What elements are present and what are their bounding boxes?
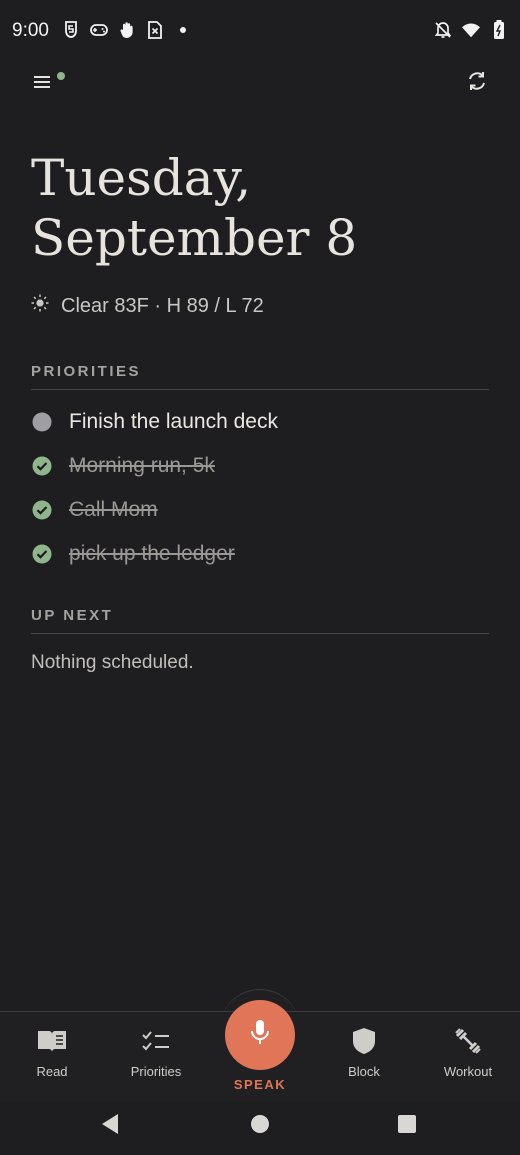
unchecked-circle-icon[interactable] — [31, 412, 52, 433]
status-bar: 9:00 — [0, 0, 520, 62]
priority-list: Finish the launch deck Morning run, 5k C… — [31, 400, 491, 576]
microphone-icon — [248, 1019, 272, 1052]
up-next-section-label: UP NEXT — [31, 607, 114, 624]
shield-s-icon — [62, 20, 80, 40]
weather-text: Clear 83F · H 89 / L 72 — [61, 294, 264, 317]
nav-label-block: Block — [348, 1064, 380, 1079]
hand-icon — [118, 20, 136, 40]
priority-label: Morning run, 5k — [69, 454, 215, 477]
priorities-divider — [31, 389, 489, 390]
priority-item[interactable]: Finish the launch deck — [31, 400, 491, 444]
nav-label-read: Read — [36, 1064, 68, 1079]
nav-label-priorities: Priorities — [130, 1064, 182, 1079]
recents-icon — [397, 1114, 417, 1139]
priority-label: Finish the launch deck — [69, 410, 278, 433]
date-heading: Tuesday, September 8 — [31, 148, 491, 268]
check-circle-icon[interactable] — [31, 456, 52, 477]
up-next-empty-state: Nothing scheduled. — [31, 652, 194, 673]
recents-button[interactable] — [393, 1112, 421, 1140]
menu-indicator-dot — [57, 72, 65, 80]
weather-summary: Clear 83F · H 89 / L 72 — [31, 294, 264, 318]
sim-x-icon — [146, 20, 164, 40]
nav-item-priorities[interactable]: Priorities — [116, 1026, 196, 1079]
priority-item[interactable]: Morning run, 5k — [31, 444, 491, 488]
menu-button[interactable] — [26, 68, 58, 100]
speak-button[interactable] — [225, 1000, 295, 1070]
status-icons-left — [62, 20, 192, 40]
up-next-divider — [31, 633, 489, 634]
date-line: September 8 — [31, 209, 358, 267]
home-button[interactable] — [246, 1112, 274, 1140]
nav-item-block[interactable]: Block — [324, 1026, 404, 1079]
status-time: 9:00 — [12, 20, 49, 41]
nav-item-read[interactable]: Read — [12, 1026, 92, 1079]
battery-icon — [490, 20, 508, 40]
home-icon — [250, 1114, 270, 1139]
book-icon — [37, 1026, 67, 1056]
priority-label: pick up the ledger — [69, 542, 235, 565]
check-circle-icon[interactable] — [31, 500, 52, 521]
sync-icon — [466, 70, 488, 97]
sun-icon — [31, 294, 49, 318]
shield-icon — [349, 1026, 379, 1056]
checklist-icon — [141, 1026, 171, 1056]
status-icons-right — [434, 20, 508, 40]
hamburger-menu-icon — [33, 75, 51, 94]
priorities-section-label: PRIORITIES — [31, 363, 142, 380]
speak-label: SPEAK — [233, 1077, 287, 1092]
gamepad-icon — [90, 20, 108, 40]
notification-dot-icon — [174, 20, 192, 40]
priority-item[interactable]: Call Mom — [31, 488, 491, 532]
priority-item[interactable]: pick up the ledger — [31, 532, 491, 576]
nav-label-workout: Workout — [443, 1064, 493, 1079]
check-circle-icon[interactable] — [31, 544, 52, 565]
sync-button[interactable] — [461, 67, 493, 99]
priority-label: Call Mom — [69, 498, 158, 521]
back-icon — [100, 1113, 120, 1140]
bell-off-icon — [434, 20, 452, 40]
nav-item-workout[interactable]: Workout — [428, 1026, 508, 1079]
back-button[interactable] — [96, 1112, 124, 1140]
dumbbell-icon — [453, 1026, 483, 1056]
day-line: Tuesday, — [31, 149, 252, 207]
wifi-icon — [462, 20, 480, 40]
